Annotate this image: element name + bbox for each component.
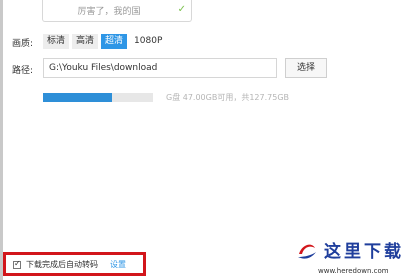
watermark-title: 这里下载 — [324, 242, 404, 262]
quality-option-super-hd[interactable]: 超清 — [101, 34, 128, 49]
auto-transcode-checkbox[interactable]: ✓ — [13, 259, 21, 269]
disk-usage-bar — [43, 93, 153, 102]
quality-option-sd[interactable]: 标清 — [43, 34, 70, 49]
quality-option-1080p[interactable]: 1080P — [130, 34, 167, 49]
quality-option-hd[interactable]: 高清 — [72, 34, 99, 49]
choose-path-button[interactable]: 选择 — [285, 58, 327, 78]
checkmark-icon: ✓ — [14, 259, 21, 268]
disk-usage-fill — [43, 93, 113, 102]
path-label: 路径: — [12, 66, 34, 76]
window-edge — [0, 0, 3, 280]
quality-label: 画质: — [12, 39, 34, 49]
disk-usage-text: G盘 47.00GB可用，共127.75GB — [166, 93, 290, 102]
quality-selector: 标清 高清 超清 1080P — [43, 34, 167, 49]
watermark-url: www.heredown.com — [318, 267, 389, 275]
title-input-value: 厉害了，我的国 — [77, 7, 141, 17]
auto-transcode-label[interactable]: 下载完成后自动转码 — [26, 259, 98, 270]
watermark-logo-icon — [298, 244, 316, 259]
download-path-input[interactable]: G:\Youku Files\download — [43, 58, 277, 78]
title-input[interactable]: 厉害了，我的国 ✓ — [42, 0, 192, 22]
check-icon: ✓ — [177, 4, 186, 15]
settings-link[interactable]: 设置 — [110, 259, 126, 270]
